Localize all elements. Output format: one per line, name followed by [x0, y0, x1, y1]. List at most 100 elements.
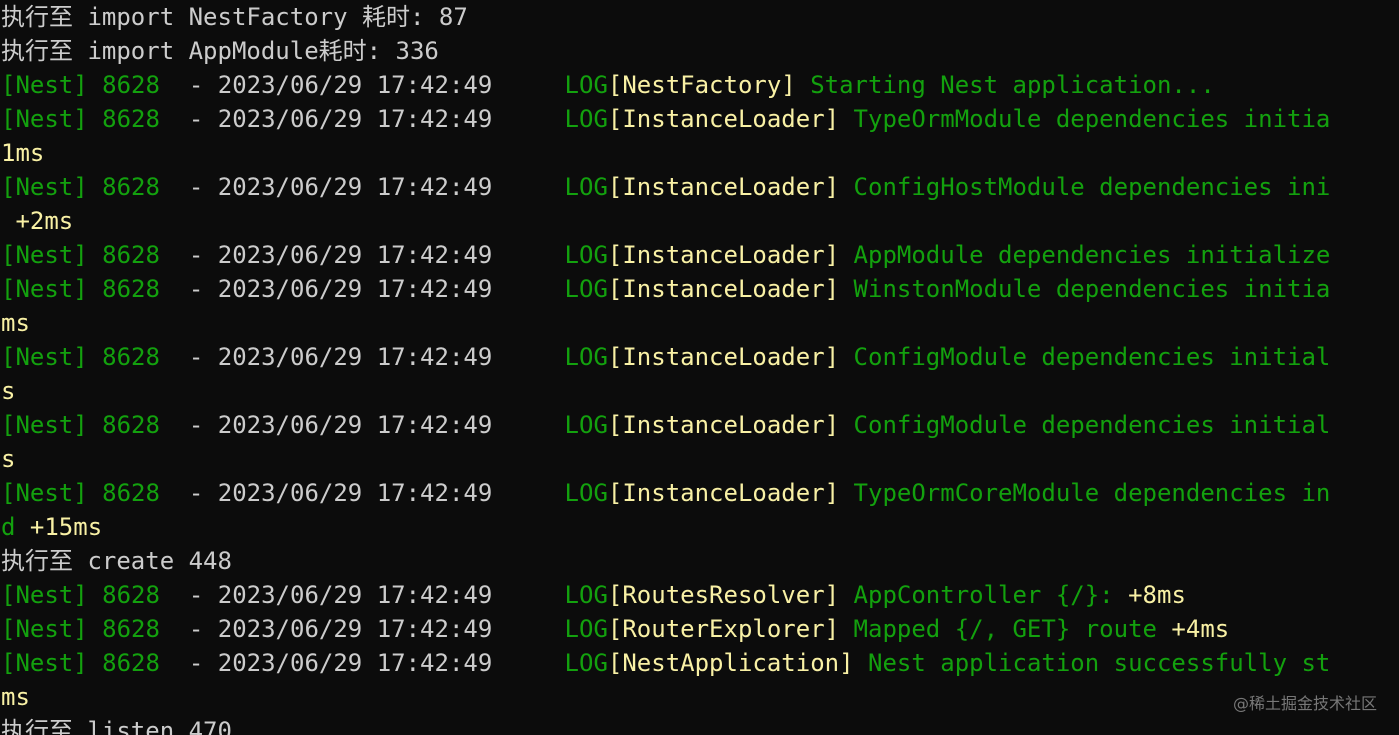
- terminal-line: s: [1, 374, 15, 408]
- log-context: [RoutesResolver]: [607, 581, 840, 609]
- log-message: TypeOrmCoreModule dependencies in: [839, 479, 1331, 507]
- log-timestamp: 2023/06/29 17:42:49: [217, 411, 493, 439]
- terminal-line: [Nest] 8628 - 2023/06/29 17:42:49 LOG[In…: [1, 408, 1330, 442]
- log-message: AppModule dependencies initialize: [839, 241, 1331, 269]
- log-gap: [492, 615, 564, 643]
- log-level: LOG: [564, 343, 608, 371]
- terminal-line: [Nest] 8628 - 2023/06/29 17:42:49 LOG[In…: [1, 102, 1330, 136]
- log-timestamp: 2023/06/29 17:42:49: [217, 71, 493, 99]
- log-separator: -: [159, 275, 218, 303]
- log-message: ConfigModule dependencies initial: [839, 343, 1331, 371]
- log-continuation: ms: [1, 309, 30, 337]
- log-message: TypeOrmModule dependencies initia: [839, 105, 1331, 133]
- terminal-line: [Nest] 8628 - 2023/06/29 17:42:49 LOG[In…: [1, 476, 1330, 510]
- log-pid: 8628: [87, 411, 160, 439]
- terminal-window[interactable]: 执行至 import NestFactory 耗时: 87 执行至 import …: [0, 0, 1399, 735]
- log-pid: 8628: [87, 105, 160, 133]
- log-tag: [Nest]: [1, 649, 88, 677]
- terminal-line: 执行至 create 448: [1, 544, 232, 578]
- log-timestamp: 2023/06/29 17:42:49: [217, 649, 493, 677]
- log-tag: [Nest]: [1, 173, 88, 201]
- log-pid: 8628: [87, 173, 160, 201]
- log-message: ConfigModule dependencies initial: [839, 411, 1331, 439]
- log-context: [InstanceLoader]: [607, 275, 840, 303]
- log-message: Mapped {/, GET} route: [839, 615, 1157, 643]
- log-separator: -: [159, 71, 218, 99]
- log-level: LOG: [564, 275, 608, 303]
- line-prefix: 执行至: [1, 37, 73, 65]
- terminal-line: 执行至 listen 470: [1, 714, 232, 735]
- watermark: @稀土掘金技术社区: [1232, 694, 1377, 713]
- line-text: listen 470: [73, 717, 232, 735]
- terminal-line: [Nest] 8628 - 2023/06/29 17:42:49 LOG[In…: [1, 170, 1330, 204]
- log-separator: -: [159, 105, 218, 133]
- log-level: LOG: [564, 581, 608, 609]
- log-message: Starting Nest application...: [795, 71, 1215, 99]
- line-prefix: 执行至: [1, 3, 73, 31]
- log-context: [InstanceLoader]: [607, 241, 840, 269]
- log-pid: 8628: [87, 479, 160, 507]
- log-pid: 8628: [87, 581, 160, 609]
- log-timestamp: 2023/06/29 17:42:49: [217, 173, 493, 201]
- log-continuation: s: [1, 377, 16, 405]
- terminal-line: 1ms: [1, 136, 44, 170]
- log-level: LOG: [564, 479, 608, 507]
- log-context: [InstanceLoader]: [607, 411, 840, 439]
- log-separator: -: [159, 411, 218, 439]
- log-level: LOG: [564, 241, 608, 269]
- log-continuation: s: [1, 445, 16, 473]
- log-timestamp: 2023/06/29 17:42:49: [217, 275, 493, 303]
- log-level: LOG: [564, 105, 608, 133]
- log-message: ConfigHostModule dependencies ini: [839, 173, 1331, 201]
- log-gap: [492, 71, 564, 99]
- log-gap: [492, 343, 564, 371]
- terminal-line: ms: [1, 306, 30, 340]
- log-pid: 8628: [87, 343, 160, 371]
- log-elapsed: +8ms: [1113, 581, 1186, 609]
- log-separator: -: [159, 479, 218, 507]
- log-context: [InstanceLoader]: [607, 479, 840, 507]
- terminal-line: [Nest] 8628 - 2023/06/29 17:42:49 LOG[Ne…: [1, 68, 1215, 102]
- log-timestamp: 2023/06/29 17:42:49: [217, 479, 493, 507]
- log-message: WinstonModule dependencies initia: [839, 275, 1331, 303]
- terminal-line: 执行至 import AppModule耗时: 336: [1, 34, 439, 68]
- log-gap: [492, 173, 564, 201]
- log-level: LOG: [564, 71, 608, 99]
- log-timestamp: 2023/06/29 17:42:49: [217, 105, 493, 133]
- log-timestamp: 2023/06/29 17:42:49: [217, 615, 493, 643]
- log-separator: -: [159, 615, 218, 643]
- log-tag: [Nest]: [1, 615, 88, 643]
- log-separator: -: [159, 649, 218, 677]
- terminal-line: [Nest] 8628 - 2023/06/29 17:42:49 LOG[Ro…: [1, 578, 1186, 612]
- log-gap: [492, 649, 564, 677]
- terminal-line: +2ms: [1, 204, 73, 238]
- log-separator: -: [159, 173, 218, 201]
- log-tag: [Nest]: [1, 581, 88, 609]
- log-pid: 8628: [87, 241, 160, 269]
- terminal-line: d +15ms: [1, 510, 102, 544]
- log-pid: 8628: [87, 649, 160, 677]
- log-timestamp: 2023/06/29 17:42:49: [217, 343, 493, 371]
- log-message: Nest application successfully st: [853, 649, 1331, 677]
- log-pid: 8628: [87, 275, 160, 303]
- log-elapsed: +4ms: [1156, 615, 1230, 643]
- line-text: import NestFactory 耗时: 87: [73, 3, 468, 31]
- terminal-line: ms: [1, 680, 30, 714]
- log-gap: [492, 581, 564, 609]
- log-level: LOG: [564, 615, 608, 643]
- line-prefix: 执行至: [1, 717, 73, 735]
- log-level: LOG: [564, 411, 608, 439]
- log-tag: [Nest]: [1, 241, 88, 269]
- log-tag: [Nest]: [1, 105, 88, 133]
- log-level: LOG: [564, 649, 608, 677]
- log-tag: [Nest]: [1, 343, 88, 371]
- log-pid: 8628: [87, 615, 160, 643]
- log-context: [InstanceLoader]: [607, 105, 840, 133]
- terminal-line: s: [1, 442, 15, 476]
- log-continuation: +2ms: [1, 207, 74, 235]
- log-continuation: 1ms: [1, 139, 45, 167]
- terminal-line: [Nest] 8628 - 2023/06/29 17:42:49 LOG[In…: [1, 340, 1330, 374]
- terminal-line: [Nest] 8628 - 2023/06/29 17:42:49 LOG[In…: [1, 272, 1330, 306]
- log-context: [InstanceLoader]: [607, 343, 840, 371]
- log-message: AppController {/}:: [839, 581, 1114, 609]
